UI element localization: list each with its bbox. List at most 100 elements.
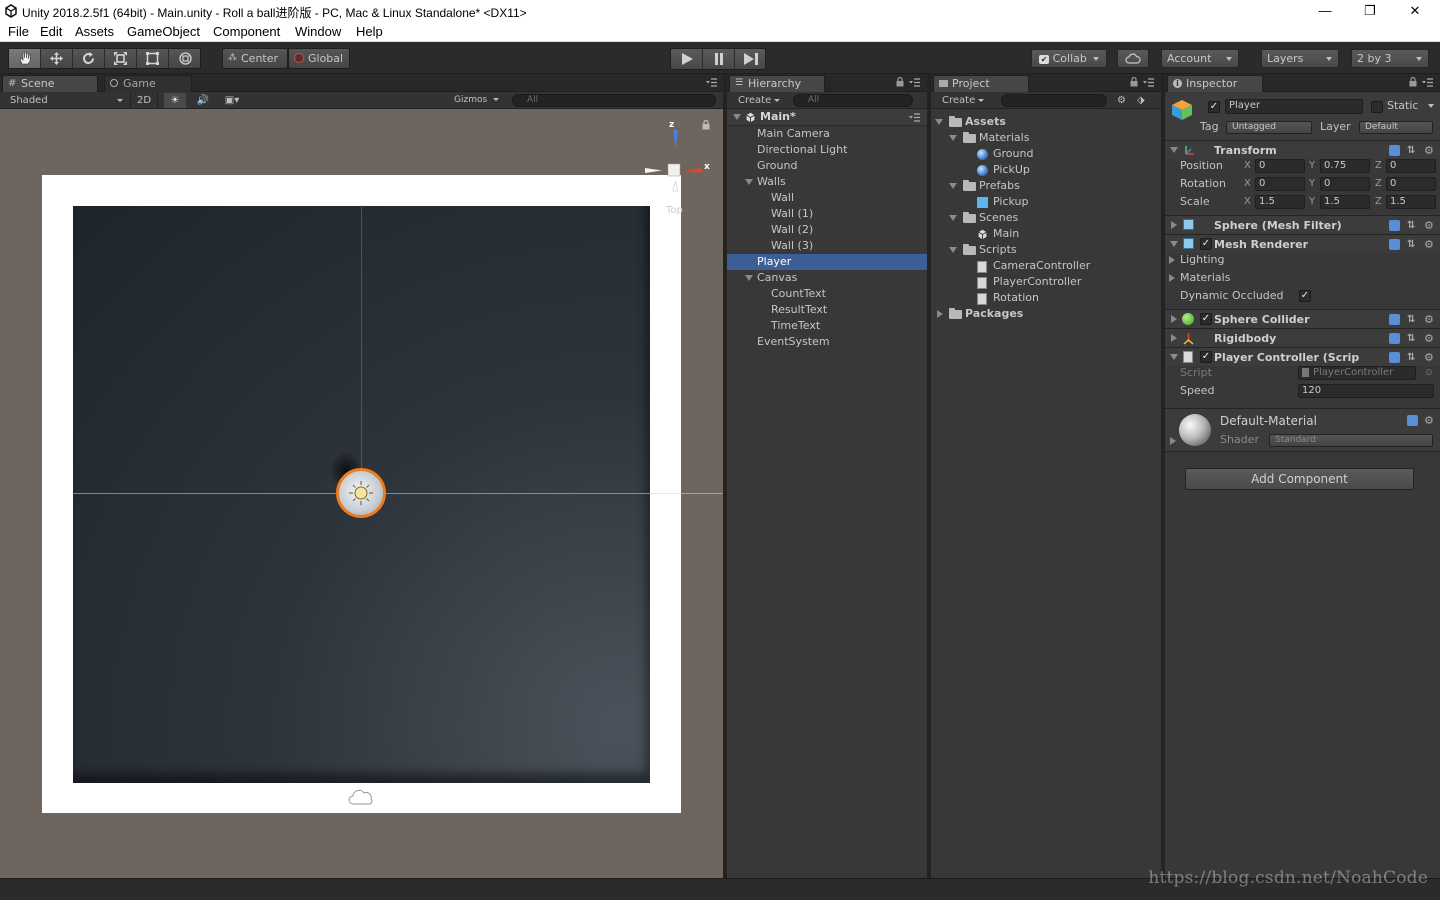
- rect-tool-icon[interactable]: [137, 49, 169, 68]
- project-asset[interactable]: Pickup: [931, 194, 1161, 210]
- menu-edit[interactable]: Edit: [40, 24, 62, 39]
- settings-gear-icon[interactable]: ⚙: [1424, 352, 1435, 363]
- help-icon[interactable]: [1407, 415, 1418, 426]
- panel-menu-icon[interactable]: [1143, 78, 1155, 88]
- project-create-button[interactable]: Create: [942, 93, 992, 108]
- settings-gear-icon[interactable]: ⚙: [1424, 314, 1435, 325]
- project-asset[interactable]: Main: [931, 226, 1161, 242]
- scene-menu-icon[interactable]: [909, 113, 921, 123]
- panel-menu-icon[interactable]: [706, 78, 718, 88]
- tab-inspector[interactable]: i Inspector: [1167, 75, 1263, 92]
- tag-dropdown[interactable]: Untagged: [1226, 121, 1312, 134]
- player-sphere[interactable]: [336, 468, 386, 518]
- sphere-collider-enabled-checkbox[interactable]: ✓: [1200, 313, 1212, 325]
- layers-dropdown[interactable]: Layers: [1261, 49, 1339, 68]
- scene-viewport[interactable]: z x Top: [0, 109, 723, 878]
- project-asset[interactable]: Ground: [931, 146, 1161, 162]
- gizmos-dropdown[interactable]: Gizmos: [454, 93, 506, 108]
- filter-by-type-icon[interactable]: ⚙: [1117, 93, 1129, 108]
- menu-file[interactable]: File: [8, 24, 29, 39]
- hierarchy-item[interactable]: Wall (1): [727, 206, 927, 222]
- rotation-z-field[interactable]: 0: [1386, 177, 1436, 191]
- hierarchy-item[interactable]: Directional Light: [727, 142, 927, 158]
- tab-project[interactable]: Project: [933, 75, 1029, 92]
- project-folder[interactable]: Materials: [931, 130, 1161, 146]
- rotate-tool-icon[interactable]: [73, 49, 105, 68]
- fold-arrow-icon[interactable]: [733, 114, 741, 120]
- tab-game[interactable]: Game: [104, 75, 192, 92]
- panel-divider[interactable]: [1161, 74, 1165, 878]
- mesh-renderer-enabled-checkbox[interactable]: ✓: [1200, 238, 1212, 250]
- project-asset[interactable]: PlayerController: [931, 274, 1161, 290]
- lighting-toggle-icon[interactable]: ☀: [164, 93, 186, 108]
- hierarchy-item[interactable]: Wall: [727, 190, 927, 206]
- rotation-x-field[interactable]: 0: [1255, 177, 1305, 191]
- play-button[interactable]: [671, 49, 703, 69]
- project-folder-assets[interactable]: Assets: [931, 114, 1161, 130]
- menu-window[interactable]: Window: [295, 24, 341, 39]
- help-icon[interactable]: [1389, 314, 1400, 325]
- pivot-global-button[interactable]: Global: [288, 48, 350, 69]
- rigidbody-header[interactable]: Rigidbody ⇅ ⚙: [1165, 328, 1440, 347]
- maximize-button[interactable]: ❐: [1347, 0, 1393, 22]
- fold-arrow-icon[interactable]: [949, 215, 957, 221]
- project-folder[interactable]: Scripts: [931, 242, 1161, 258]
- cloud-button[interactable]: [1117, 49, 1149, 68]
- hierarchy-item[interactable]: TimeText: [727, 318, 927, 334]
- lock-icon[interactable]: [1409, 77, 1417, 87]
- 2d-toggle[interactable]: 2D: [130, 93, 158, 108]
- settings-gear-icon[interactable]: ⚙: [1424, 239, 1435, 250]
- hand-tool-icon[interactable]: [9, 49, 41, 68]
- fold-arrow-icon[interactable]: [1169, 256, 1175, 264]
- effects-toggle-icon[interactable]: ▣▾: [218, 93, 246, 108]
- scale-z-field[interactable]: 1.5: [1386, 195, 1436, 209]
- position-y-field[interactable]: 0.75: [1320, 159, 1370, 173]
- help-icon[interactable]: [1389, 239, 1400, 250]
- shader-dropdown[interactable]: Standard: [1269, 434, 1433, 447]
- hierarchy-create-button[interactable]: Create: [738, 93, 788, 108]
- hierarchy-item-selected[interactable]: Player: [727, 254, 927, 270]
- pivot-center-button[interactable]: ⁂ Center: [222, 48, 288, 69]
- dynamic-occluded-checkbox[interactable]: ✓: [1299, 290, 1311, 302]
- lock-icon[interactable]: [896, 77, 904, 87]
- layout-dropdown[interactable]: 2 by 3: [1351, 49, 1429, 68]
- settings-gear-icon[interactable]: ⚙: [1424, 415, 1435, 426]
- scale-x-field[interactable]: 1.5: [1255, 195, 1305, 209]
- fold-arrow-icon[interactable]: [949, 183, 957, 189]
- close-button[interactable]: ✕: [1392, 0, 1438, 22]
- hierarchy-item[interactable]: ResultText: [727, 302, 927, 318]
- panel-menu-icon[interactable]: [1422, 78, 1434, 88]
- speed-field[interactable]: 120: [1298, 384, 1434, 398]
- panel-menu-icon[interactable]: [909, 78, 921, 88]
- position-x-field[interactable]: 0: [1255, 159, 1305, 173]
- transform-tool-icon[interactable]: [169, 49, 201, 68]
- project-search-input[interactable]: [1001, 94, 1107, 107]
- settings-gear-icon[interactable]: ⚙: [1424, 333, 1435, 344]
- filter-by-label-icon[interactable]: ⬗: [1137, 93, 1149, 108]
- move-tool-icon[interactable]: [41, 49, 73, 68]
- project-asset[interactable]: CameraController: [931, 258, 1161, 274]
- active-checkbox[interactable]: ✓: [1208, 101, 1220, 113]
- panel-divider[interactable]: [927, 74, 931, 878]
- preset-icon[interactable]: ⇅: [1407, 239, 1418, 250]
- preset-icon[interactable]: ⇅: [1407, 352, 1418, 363]
- fold-arrow-icon[interactable]: [937, 310, 943, 318]
- pause-button[interactable]: [703, 49, 735, 69]
- scale-y-field[interactable]: 1.5: [1320, 195, 1370, 209]
- lock-icon[interactable]: [702, 120, 710, 130]
- fold-arrow-icon[interactable]: [949, 247, 957, 253]
- add-component-button[interactable]: Add Component: [1185, 468, 1414, 490]
- preset-icon[interactable]: ⇅: [1407, 333, 1418, 344]
- help-icon[interactable]: [1389, 333, 1400, 344]
- orientation-gizmo[interactable]: z x Top: [640, 117, 720, 217]
- object-picker-icon[interactable]: ⊙: [1425, 364, 1433, 382]
- menu-gameobject[interactable]: GameObject: [127, 24, 200, 39]
- hierarchy-item[interactable]: Wall (2): [727, 222, 927, 238]
- audio-toggle-icon[interactable]: 🔊: [192, 93, 214, 108]
- lighting-foldout[interactable]: Lighting: [1165, 251, 1440, 269]
- settings-gear-icon[interactable]: ⚙: [1424, 220, 1435, 231]
- fold-arrow-icon[interactable]: [1171, 315, 1177, 323]
- panel-divider[interactable]: [723, 74, 727, 878]
- tab-scene[interactable]: # Scene: [2, 75, 98, 92]
- hierarchy-item[interactable]: Canvas: [727, 270, 927, 286]
